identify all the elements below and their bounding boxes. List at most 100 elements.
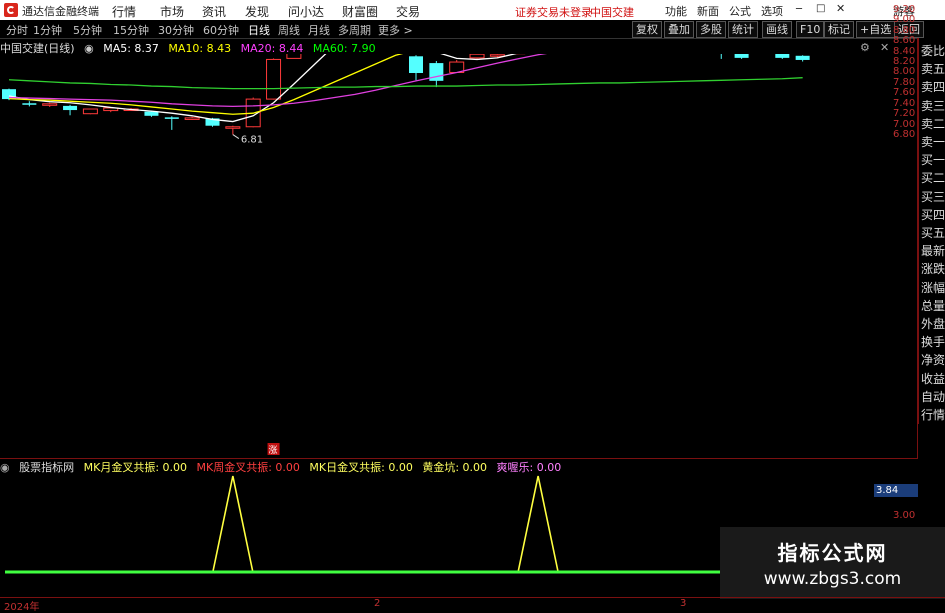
y-tick-0: 9.20 — [893, 3, 916, 15]
sidebar-item-14[interactable]: 总量 — [921, 297, 945, 314]
y-tick-2: 8.80 — [893, 24, 916, 36]
sidebar-item-13[interactable]: 涨幅 — [921, 279, 945, 296]
sidebar-item-2[interactable]: 卖四 — [921, 78, 945, 95]
app-name: 通达信金融终端 — [22, 5, 99, 18]
chart-settings-icon[interactable]: ⚙ — [860, 41, 870, 54]
sidebar-item-15[interactable]: 外盘 — [921, 315, 945, 332]
period-tab-timeshare[interactable]: 分时 — [6, 22, 28, 38]
candle[interactable] — [184, 117, 200, 120]
formula-button[interactable]: 公式 — [729, 3, 751, 19]
low-label: 6.81 — [241, 135, 263, 146]
period-tab-more[interactable]: 更多 > — [378, 22, 413, 38]
candle[interactable] — [225, 126, 241, 129]
y-tick-6: 8.00 — [893, 66, 916, 78]
date-axis: 2024年 2 3 — [0, 597, 945, 613]
sidebar-item-18[interactable]: 收益 — [921, 370, 945, 387]
candle[interactable] — [42, 103, 58, 106]
date-label-year: 2024年 — [4, 602, 40, 613]
candle[interactable] — [489, 54, 505, 57]
multi-stock-button[interactable]: 多股 — [696, 21, 726, 38]
sidebar-item-3[interactable]: 卖三 — [921, 97, 945, 114]
menu-news[interactable]: 资讯 — [202, 3, 226, 20]
low-pointer — [232, 134, 240, 140]
y-tick-11: 7.00 — [893, 118, 916, 130]
limit-up-label: 涨 — [269, 445, 278, 456]
period-tab-15min[interactable]: 15分钟 — [113, 22, 149, 38]
sidebar-item-5[interactable]: 卖一 — [921, 133, 945, 150]
indicator-spike — [517, 475, 559, 573]
indicator-value-label: 3.84 — [874, 484, 918, 497]
candle[interactable] — [63, 105, 78, 111]
indicator-spike — [212, 475, 254, 573]
sidebar-item-4[interactable]: 卖二 — [921, 115, 945, 132]
sidebar-item-17[interactable]: 净资 — [921, 351, 945, 368]
sidebar-item-6[interactable]: 买一 — [921, 151, 945, 168]
candle[interactable] — [795, 55, 810, 60]
date-label-feb: 2 — [374, 598, 381, 609]
indicator-legend: ◉ 股票指标网 MK月金叉共振: 0.00 MK周金叉共振: 0.00 MK日金… — [0, 458, 918, 474]
y-tick-8: 7.60 — [893, 87, 916, 99]
menu-trade[interactable]: 交易 — [396, 3, 420, 20]
watermark: 指标公式网 www.zbgs3.com — [720, 527, 945, 599]
candle[interactable] — [469, 54, 485, 59]
new-page-button[interactable]: 新面 — [697, 3, 719, 19]
period-tab-multi[interactable]: 多周期 — [338, 22, 371, 38]
overlay-button[interactable]: 叠加 — [664, 21, 694, 38]
candlestick-chart[interactable]: 9.366.81涨 — [0, 54, 917, 458]
period-tab-5min[interactable]: 5分钟 — [73, 22, 102, 38]
period-tab-daily[interactable]: 日线 — [248, 22, 270, 38]
period-tab-monthly[interactable]: 月线 — [308, 22, 330, 38]
candle[interactable] — [734, 54, 749, 58]
menu-quotes[interactable]: 行情 — [112, 3, 136, 20]
chart-close-icon[interactable]: ✕ — [880, 41, 889, 54]
sidebar-item-9[interactable]: 买四 — [921, 206, 945, 223]
period-toolbar: 分时 1分钟 5分钟 15分钟 30分钟 60分钟 日线 周线 月线 多周期 更… — [0, 20, 945, 39]
draw-line-button[interactable]: 画线 — [762, 21, 792, 38]
period-tab-60min[interactable]: 60分钟 — [203, 22, 239, 38]
period-tab-weekly[interactable]: 周线 — [278, 22, 300, 38]
sidebar-item-10[interactable]: 买五 — [921, 224, 945, 241]
sidebar-item-19[interactable]: 自动 — [921, 388, 945, 405]
stats-button[interactable]: 统计 — [728, 21, 758, 38]
sidebar-item-7[interactable]: 买二 — [921, 169, 945, 186]
candle[interactable] — [775, 54, 790, 58]
candle[interactable] — [266, 58, 282, 100]
candle[interactable] — [164, 117, 179, 119]
sidebar-item-0[interactable]: 委比 — [921, 42, 945, 59]
menu-ask[interactable]: 问小达 — [288, 3, 324, 20]
title-bar: 通达信金融终端 行情 市场 资讯 发现 问小达 财富圈 交易 证券交易未登录 中… — [0, 0, 945, 20]
menu-discover[interactable]: 发现 — [245, 3, 269, 20]
candle[interactable] — [22, 103, 37, 105]
sidebar-item-20[interactable]: 行情 — [921, 406, 945, 423]
sidebar-item-16[interactable]: 换手 — [921, 333, 945, 350]
indicator-tick: 3.00 — [893, 510, 916, 521]
f10-button[interactable]: F10 — [796, 21, 825, 38]
app-logo-icon — [4, 3, 18, 17]
watermark-url: www.zbgs3.com — [763, 569, 902, 589]
menu-market[interactable]: 市场 — [160, 3, 184, 20]
sidebar-item-1[interactable]: 卖五 — [921, 60, 945, 77]
y-tick-9: 7.40 — [893, 97, 916, 109]
period-tab-30min[interactable]: 30分钟 — [158, 22, 194, 38]
sidebar-item-8[interactable]: 买三 — [921, 188, 945, 205]
adjust-button[interactable]: 复权 — [632, 21, 662, 38]
ma-line-ma10 — [8, 54, 404, 115]
y-tick-5: 8.20 — [893, 56, 916, 68]
menu-wealth[interactable]: 财富圈 — [342, 3, 378, 20]
candle[interactable] — [286, 54, 302, 59]
sidebar-item-11[interactable]: 最新 — [921, 242, 945, 259]
period-tab-1min[interactable]: 1分钟 — [33, 22, 62, 38]
ma-line-ma5 — [8, 54, 518, 123]
maximize-icon[interactable]: □ — [816, 3, 825, 14]
mark-button[interactable]: 标记 — [824, 21, 854, 38]
minimize-icon[interactable]: ─ — [796, 4, 802, 15]
sidebar-item-12[interactable]: 涨跌 — [921, 260, 945, 277]
candle[interactable] — [409, 56, 423, 74]
add-watchlist-button[interactable]: +自选 — [856, 21, 896, 38]
login-status[interactable]: 证券交易未登录 — [515, 4, 592, 20]
function-button[interactable]: 功能 — [665, 3, 687, 19]
options-button[interactable]: 选项 — [761, 3, 783, 19]
y-tick-3: 8.60 — [893, 35, 916, 47]
close-icon[interactable]: ✕ — [836, 2, 845, 15]
candle[interactable] — [82, 108, 98, 115]
